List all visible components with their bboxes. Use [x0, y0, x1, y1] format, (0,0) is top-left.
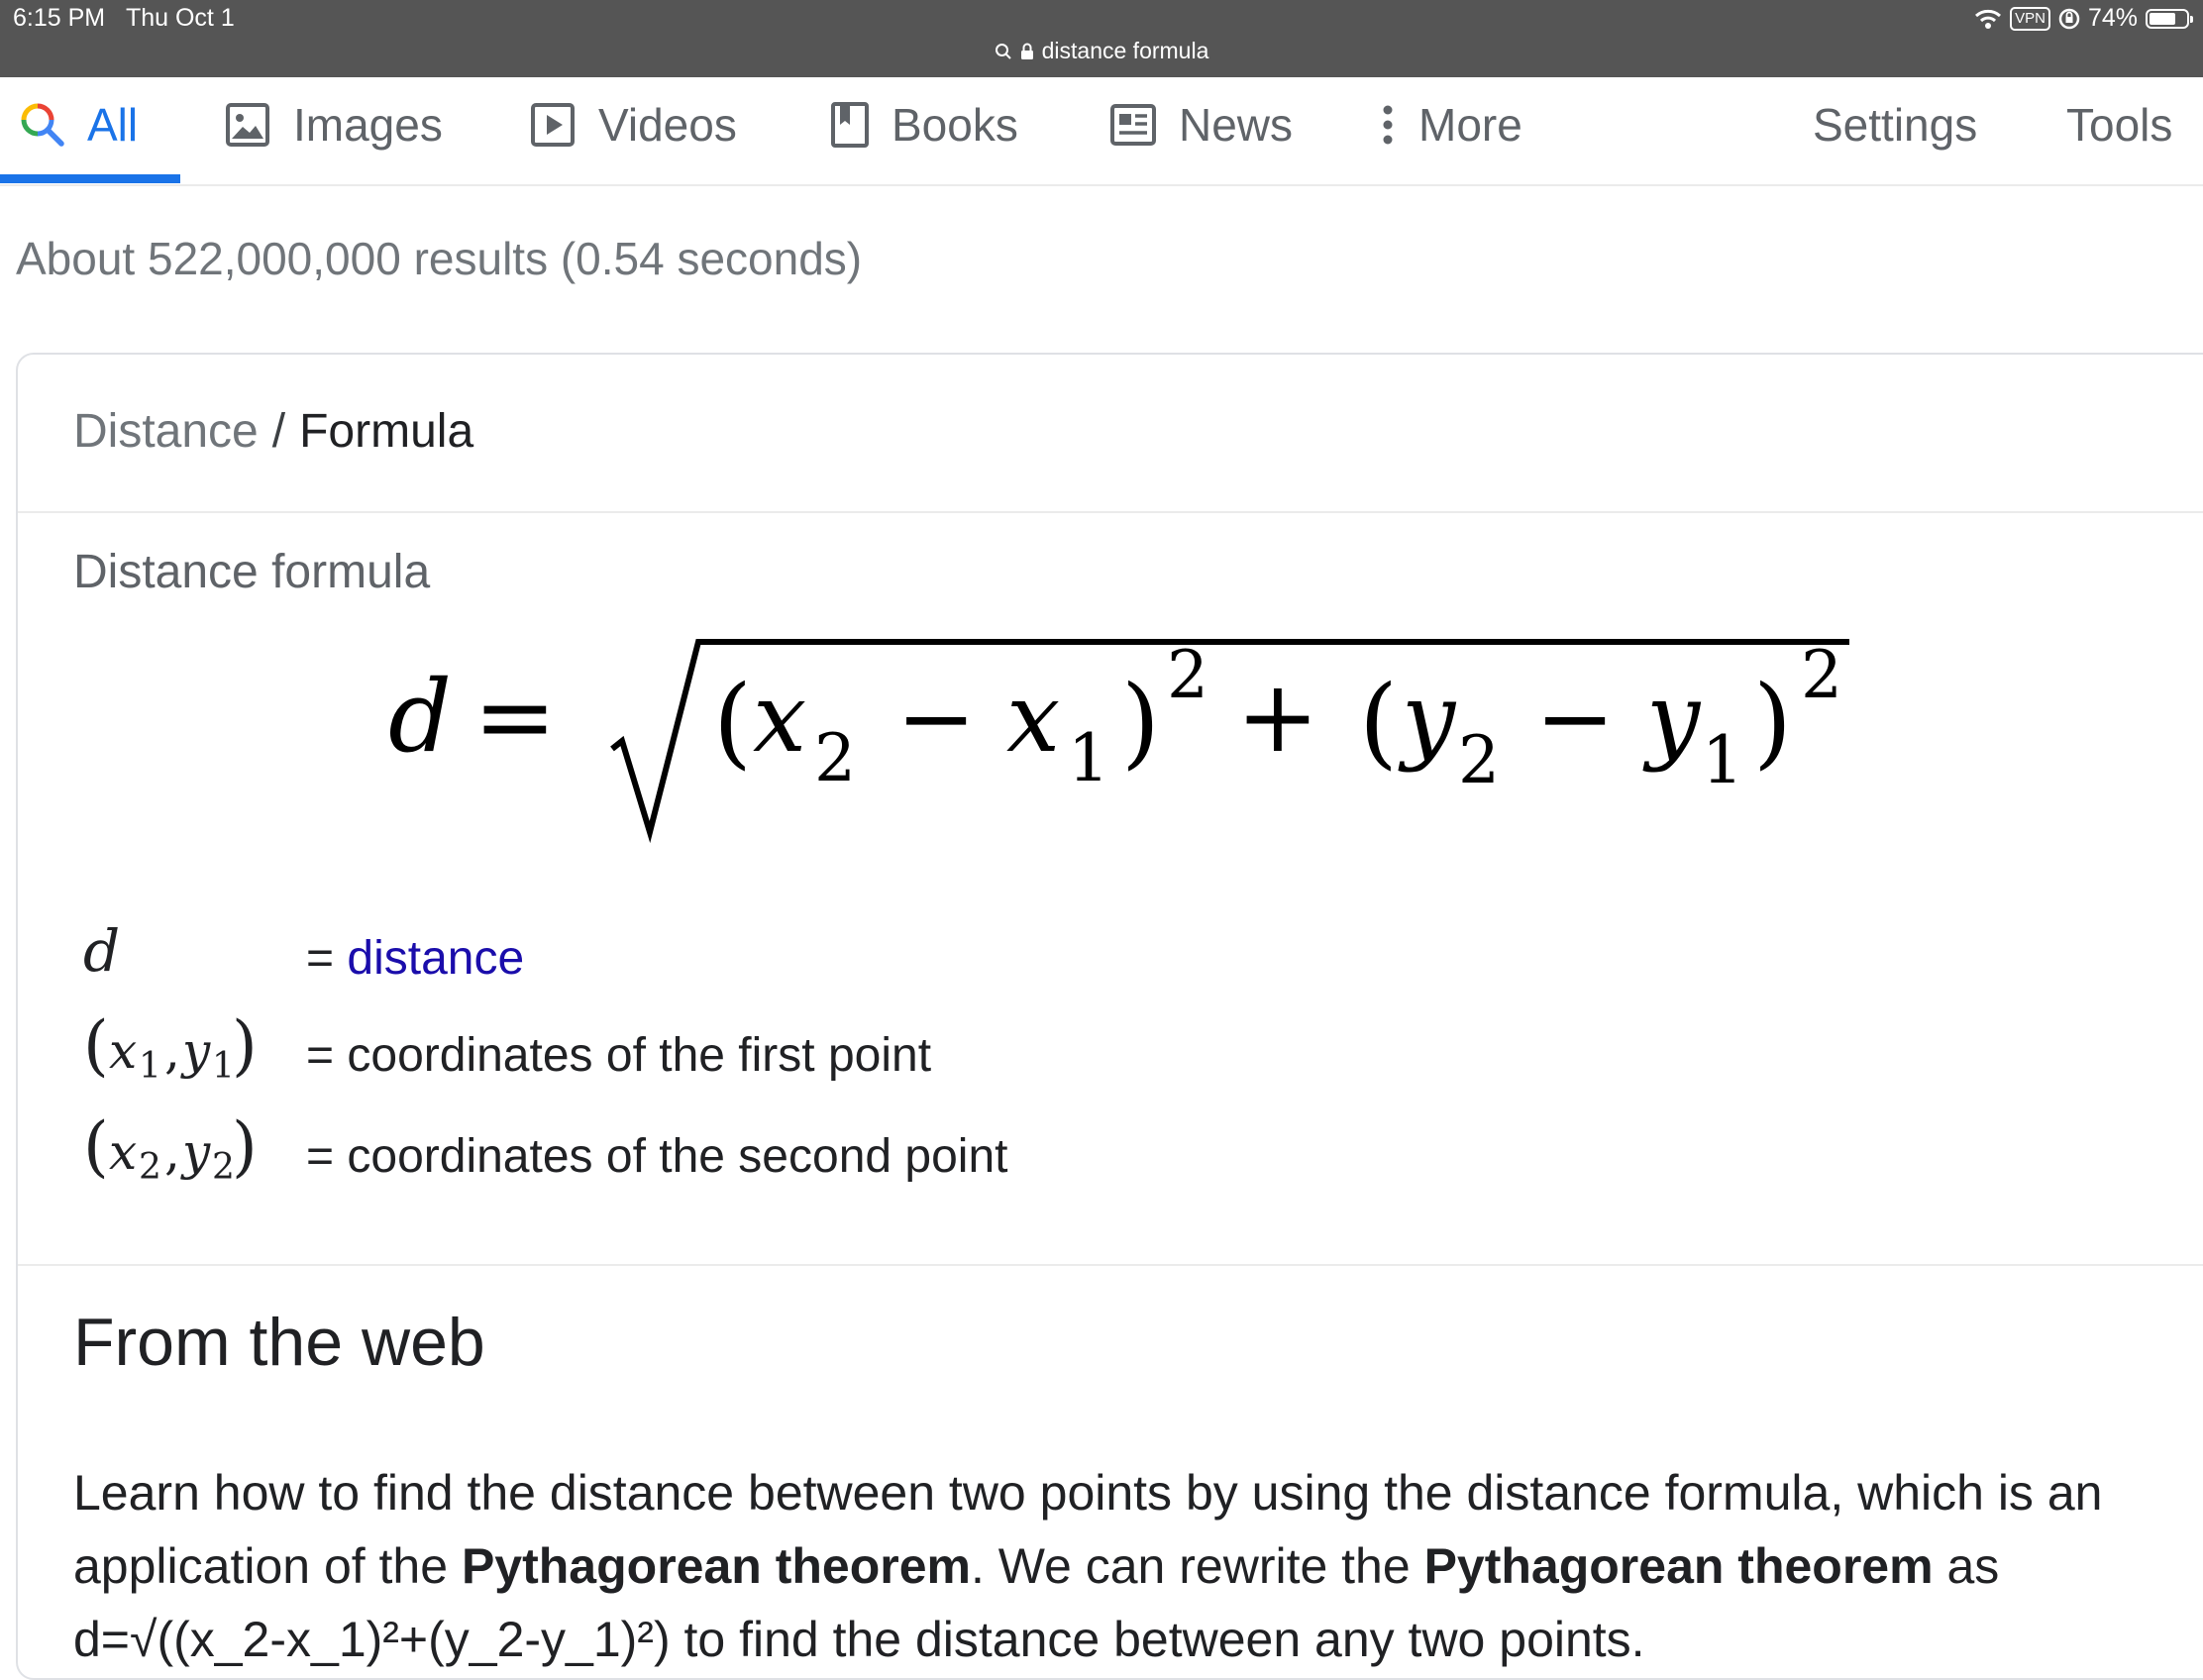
formula-x2: x	[753, 663, 806, 774]
address-text: distance formula	[1041, 38, 1209, 63]
book-icon	[831, 102, 869, 148]
status-bar: 6:15 PM Thu Oct 1 VPN 74% distance formu…	[0, 0, 2203, 77]
svg-text:x: x	[109, 1123, 137, 1181]
search-icon	[995, 43, 1011, 59]
image-icon	[226, 103, 269, 147]
from-the-web-heading: From the web	[73, 1305, 485, 1380]
svg-text:d: d	[83, 919, 120, 985]
symbol-point1: ( x 1 , y 1 )	[83, 1012, 258, 1087]
svg-text:,: ,	[164, 1123, 180, 1181]
status-icons: VPN 74%	[1974, 4, 2193, 33]
equals-sign: =	[306, 932, 335, 985]
formula-exp-1: 2	[1167, 637, 1208, 713]
tab-settings[interactable]: Settings	[1813, 77, 1977, 182]
tab-books[interactable]: Books	[830, 77, 1018, 182]
lock-icon	[1020, 43, 1033, 59]
battery-icon	[2146, 8, 2193, 29]
formula-minus-2: −	[1535, 663, 1615, 774]
formula-plus: +	[1236, 659, 1319, 775]
svg-text:y: y	[180, 1123, 211, 1181]
tab-more-label: More	[1418, 99, 1522, 151]
tab-videos-label: Videos	[598, 99, 737, 151]
formula-equals: =	[473, 659, 557, 775]
active-tab-indicator	[0, 174, 180, 183]
formula-close-paren-2: )	[1753, 664, 1792, 780]
formula-x1-sub: 1	[1068, 720, 1109, 796]
definition-text: coordinates of the first point	[347, 1029, 932, 1082]
equals-sign: =	[306, 1130, 335, 1183]
formula-x1: x	[1006, 663, 1060, 774]
variable-definition: = coordinates of the second point	[306, 1129, 1008, 1184]
svg-text:x: x	[109, 1022, 137, 1080]
formula-exp-2: 2	[1801, 637, 1842, 713]
tab-news-label: News	[1179, 99, 1294, 151]
formula-y2-sub: 2	[1458, 722, 1500, 798]
svg-text:(: (	[83, 1012, 109, 1084]
formula-close-paren-1: )	[1121, 664, 1160, 780]
tab-all[interactable]: All	[20, 77, 138, 182]
symbol-d: d	[83, 919, 120, 985]
status-time: 6:15 PM Thu Oct 1	[13, 4, 235, 33]
tab-tools-label: Tools	[2066, 99, 2173, 151]
variable-definition: = coordinates of the first point	[306, 1028, 931, 1083]
search-tabs: All Images Videos Books News More Settin…	[0, 77, 2203, 186]
equals-sign: =	[306, 1029, 335, 1082]
snippet-bold: Pythagorean theorem	[1423, 1538, 1934, 1594]
snippet-bold: Pythagorean theorem	[461, 1538, 971, 1594]
video-icon	[531, 103, 575, 147]
battery-fill	[2150, 12, 2175, 25]
breadcrumb: Distance / Formula	[73, 404, 473, 459]
distance-link[interactable]: distance	[347, 932, 524, 985]
breadcrumb-separator: /	[271, 405, 286, 458]
result-stats: About 522,000,000 results (0.54 seconds)	[16, 233, 863, 284]
news-icon	[1110, 104, 1156, 146]
formula-minus-1: −	[896, 663, 976, 774]
formula-y1-sub: 1	[1702, 722, 1743, 798]
tab-news[interactable]: News	[1109, 77, 1293, 182]
tab-all-label: All	[87, 99, 139, 151]
battery-percent: 74%	[2087, 4, 2138, 32]
vpn-badge: VPN	[2010, 6, 2050, 31]
tab-tools[interactable]: Tools	[2066, 77, 2172, 182]
formula-y2: y	[1398, 663, 1457, 774]
definition-text: coordinates of the second point	[347, 1130, 1008, 1183]
formula-open-paren-1: (	[713, 664, 752, 780]
formula-x2-sub: 2	[814, 720, 856, 796]
tab-images-label: Images	[293, 99, 443, 151]
formula-d: d	[388, 659, 452, 775]
section-label: Distance formula	[73, 546, 431, 598]
breadcrumb-parent[interactable]: Distance	[73, 405, 259, 458]
status-clock: 6:15 PM	[13, 4, 106, 32]
svg-text:): )	[232, 1012, 258, 1084]
orientation-lock-icon	[2058, 8, 2080, 29]
svg-text:1: 1	[139, 1046, 161, 1087]
svg-text:): )	[232, 1113, 258, 1185]
status-date: Thu Oct 1	[125, 4, 235, 32]
card-divider	[18, 1264, 2203, 1266]
tab-images[interactable]: Images	[224, 77, 443, 182]
symbol-point2: ( x 2 , y 2 )	[83, 1113, 258, 1188]
card-divider	[18, 511, 2203, 513]
tab-more[interactable]: More	[1379, 77, 1522, 182]
tab-settings-label: Settings	[1813, 99, 1978, 151]
web-snippet: Learn how to find the distance between t…	[73, 1456, 2173, 1676]
variable-definition: = distance	[306, 931, 524, 986]
svg-text:2: 2	[139, 1147, 161, 1188]
distance-formula: d = ( x 2 − x 1 ) 2 + ( y 2 − y 1 ) 2	[388, 637, 1849, 844]
address-bar[interactable]: distance formula	[0, 38, 2203, 64]
formula-y1: y	[1642, 663, 1702, 774]
svg-text:(: (	[83, 1113, 109, 1185]
svg-text:,: ,	[164, 1022, 180, 1080]
breadcrumb-current: Formula	[299, 405, 474, 458]
google-search-icon	[21, 103, 64, 147]
tab-books-label: Books	[892, 99, 1018, 151]
wifi-icon	[1975, 9, 2002, 29]
snippet-text: . We can rewrite the	[970, 1538, 1424, 1594]
svg-text:y: y	[180, 1022, 211, 1080]
formula-open-paren-2: (	[1359, 664, 1398, 780]
more-vert-icon	[1383, 105, 1393, 145]
tab-videos[interactable]: Videos	[529, 77, 737, 182]
